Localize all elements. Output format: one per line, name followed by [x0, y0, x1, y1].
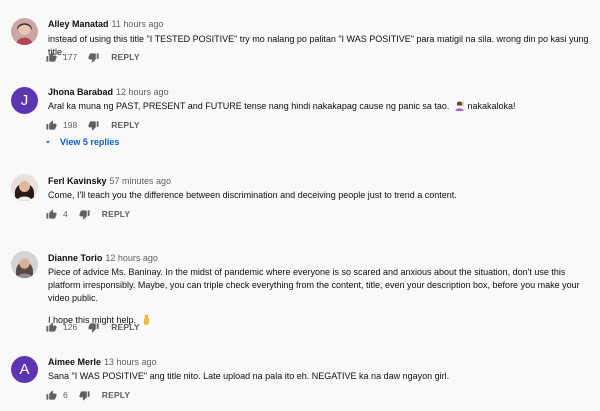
comments-section: Alley Manatad 11 hours ago instead of usi… — [0, 0, 600, 411]
comment-header: Dianne Torio 12 hours ago — [48, 253, 158, 263]
thumb-down-icon[interactable] — [79, 209, 90, 220]
comment-time[interactable]: 11 hours ago — [112, 19, 164, 29]
thumb-down-icon[interactable] — [79, 390, 90, 401]
like-count: 126 — [63, 322, 78, 332]
reply-button[interactable]: REPLY — [102, 209, 131, 219]
comment-text-line: Piece of advice Ms. Baninay. In the mids… — [48, 267, 580, 303]
like-count: 6 — [63, 390, 68, 400]
thumb-up-icon[interactable] — [46, 390, 57, 401]
comment-text: Come, I'll teach you the difference betw… — [48, 189, 593, 202]
comment-text: Aral ka muna ng PAST, PRESENT and FUTURE… — [48, 100, 593, 113]
like-count: 4 — [63, 209, 68, 219]
comment-text: Sana "I WAS POSITIVE" ang title nito. La… — [48, 370, 593, 383]
comment-actions: 177 REPLY — [46, 50, 140, 64]
woman-raising-hand-emoji — [455, 100, 464, 111]
comment-author[interactable]: Ferl Kavinsky — [48, 176, 107, 186]
comment-actions: 4 REPLY — [46, 207, 130, 221]
reply-button[interactable]: REPLY — [102, 390, 131, 400]
comment-time[interactable]: 13 hours ago — [104, 357, 157, 367]
comment-actions: 126 REPLY — [46, 320, 140, 334]
comment-time[interactable]: 12 hours ago — [105, 253, 158, 263]
comment-header: Aimee Merle 13 hours ago — [48, 357, 157, 367]
thumb-up-icon[interactable] — [46, 52, 57, 63]
comment-author[interactable]: Dianne Torio — [48, 253, 102, 263]
comment-text-line: Aral ka muna ng PAST, PRESENT and FUTURE… — [48, 100, 593, 113]
reply-button[interactable]: REPLY — [111, 322, 140, 332]
like-count: 198 — [63, 120, 78, 130]
thumb-up-icon[interactable] — [46, 209, 57, 220]
comment-actions: 6 REPLY — [46, 388, 130, 402]
avatar[interactable] — [11, 174, 38, 201]
avatar[interactable]: J — [11, 87, 38, 114]
comment-author[interactable]: Jhona Barabad — [48, 87, 113, 97]
thumb-down-icon[interactable] — [88, 322, 99, 333]
thumb-up-icon[interactable] — [46, 120, 57, 131]
comment-time[interactable]: 12 hours ago — [116, 87, 169, 97]
comment-actions: 198 REPLY — [46, 118, 140, 132]
comment-text-part: nakakaloka! — [467, 101, 516, 111]
thumb-down-icon[interactable] — [88, 52, 99, 63]
thumb-up-icon[interactable] — [46, 322, 57, 333]
avatar[interactable] — [11, 251, 38, 278]
comment-header: Alley Manatad 11 hours ago — [48, 19, 163, 29]
comment-header: Jhona Barabad 12 hours ago — [48, 87, 169, 97]
comment-text: Piece of advice Ms. Baninay. In the mids… — [48, 266, 593, 327]
comment-author[interactable]: Aimee Merle — [48, 357, 101, 367]
reply-button[interactable]: REPLY — [111, 52, 140, 62]
comment-text-line: Sana "I WAS POSITIVE" ang title nito. La… — [48, 371, 450, 381]
comment-header: Ferl Kavinsky 57 minutes ago — [48, 176, 171, 186]
view-replies-button[interactable]: View 5 replies — [43, 137, 119, 147]
avatar[interactable]: A — [11, 356, 38, 383]
comment-author[interactable]: Alley Manatad — [48, 19, 109, 29]
thumb-down-icon[interactable] — [88, 120, 99, 131]
crossed-fingers-emoji — [143, 314, 149, 325]
avatar[interactable] — [11, 18, 38, 45]
comment-time[interactable]: 57 minutes ago — [110, 176, 172, 186]
chevron-down-icon — [45, 141, 51, 144]
reply-button[interactable]: REPLY — [111, 120, 140, 130]
comment-text-part: Aral ka muna ng PAST, PRESENT and FUTURE… — [48, 101, 450, 111]
comment-text-line: Come, I'll teach you the difference betw… — [48, 190, 457, 200]
view-replies-label[interactable]: View 5 replies — [60, 137, 119, 147]
like-count: 177 — [63, 52, 78, 62]
